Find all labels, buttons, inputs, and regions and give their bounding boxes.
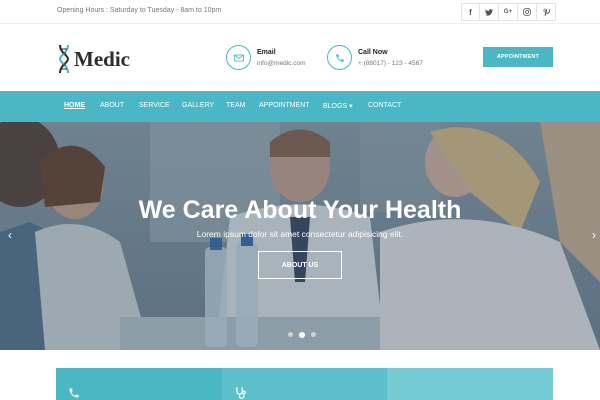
envelope-icon [226, 45, 251, 70]
features-strip [56, 368, 554, 400]
nav-about[interactable]: ABOUT [100, 102, 124, 109]
call-value[interactable]: + (88017) - 123 - 4567 [358, 60, 423, 67]
facebook-icon[interactable]: f [461, 3, 480, 21]
phone-contact[interactable]: Call Now + (88017) - 123 - 4567 [327, 45, 423, 70]
email-value[interactable]: info@medic.com [257, 60, 306, 67]
main-nav: HOME ABOUT SERVICE GALLERY TEAM APPOINTM… [0, 91, 600, 122]
nav-team[interactable]: TEAM [226, 102, 245, 109]
hero-title: We Care About Your Health [138, 196, 462, 224]
nav-blogs-dropdown[interactable]: BLOGS ▾ [323, 102, 353, 110]
feature-box[interactable] [221, 368, 388, 400]
slider-dots [288, 331, 322, 338]
slider-prev-arrow-icon[interactable]: ‹ [8, 228, 12, 242]
opening-hours: Opening Hours : Saturday to Tuesday - 8a… [57, 7, 222, 14]
slider-dot[interactable] [311, 332, 316, 337]
feature-box[interactable] [56, 368, 222, 400]
hero-slider: We Care About Your Health Lorem ipsum do… [0, 122, 600, 350]
top-bar: Opening Hours : Saturday to Tuesday - 8a… [0, 0, 600, 24]
slider-dot-active[interactable] [299, 331, 305, 338]
hero-subtitle: Lorem ipsum dolor sit amet consectetur a… [196, 229, 404, 239]
nav-appointment[interactable]: APPOINTMENT [259, 102, 310, 109]
nav-service[interactable]: SERVICE [139, 102, 170, 109]
about-us-button[interactable]: ABOUT US [258, 251, 342, 279]
stethoscope-icon [234, 386, 248, 400]
social-links: f G+ [461, 3, 556, 21]
nav-contact[interactable]: CONTACT [368, 102, 401, 109]
pinterest-icon[interactable] [537, 3, 556, 21]
slider-next-arrow-icon[interactable]: › [592, 228, 596, 242]
feature-box[interactable] [387, 368, 554, 400]
email-label: Email [257, 48, 276, 56]
logo[interactable]: Medic [57, 44, 130, 74]
dna-icon [58, 44, 70, 74]
call-label: Call Now [358, 48, 388, 56]
email-contact[interactable]: Email info@medic.com [226, 45, 306, 70]
phone-icon [68, 386, 80, 400]
google-plus-icon[interactable]: G+ [499, 3, 518, 21]
logo-text: Medic [74, 46, 130, 71]
nav-home[interactable]: HOME [64, 102, 85, 109]
instagram-icon[interactable] [518, 3, 537, 21]
phone-icon [327, 45, 352, 70]
site-header: Medic Email info@medic.com Call Now + (8… [0, 24, 600, 91]
nav-gallery[interactable]: GALLERY [182, 102, 214, 109]
twitter-icon[interactable] [480, 3, 499, 21]
slider-dot[interactable] [288, 332, 293, 337]
appointment-button[interactable]: APPOINTMENT [483, 47, 553, 67]
